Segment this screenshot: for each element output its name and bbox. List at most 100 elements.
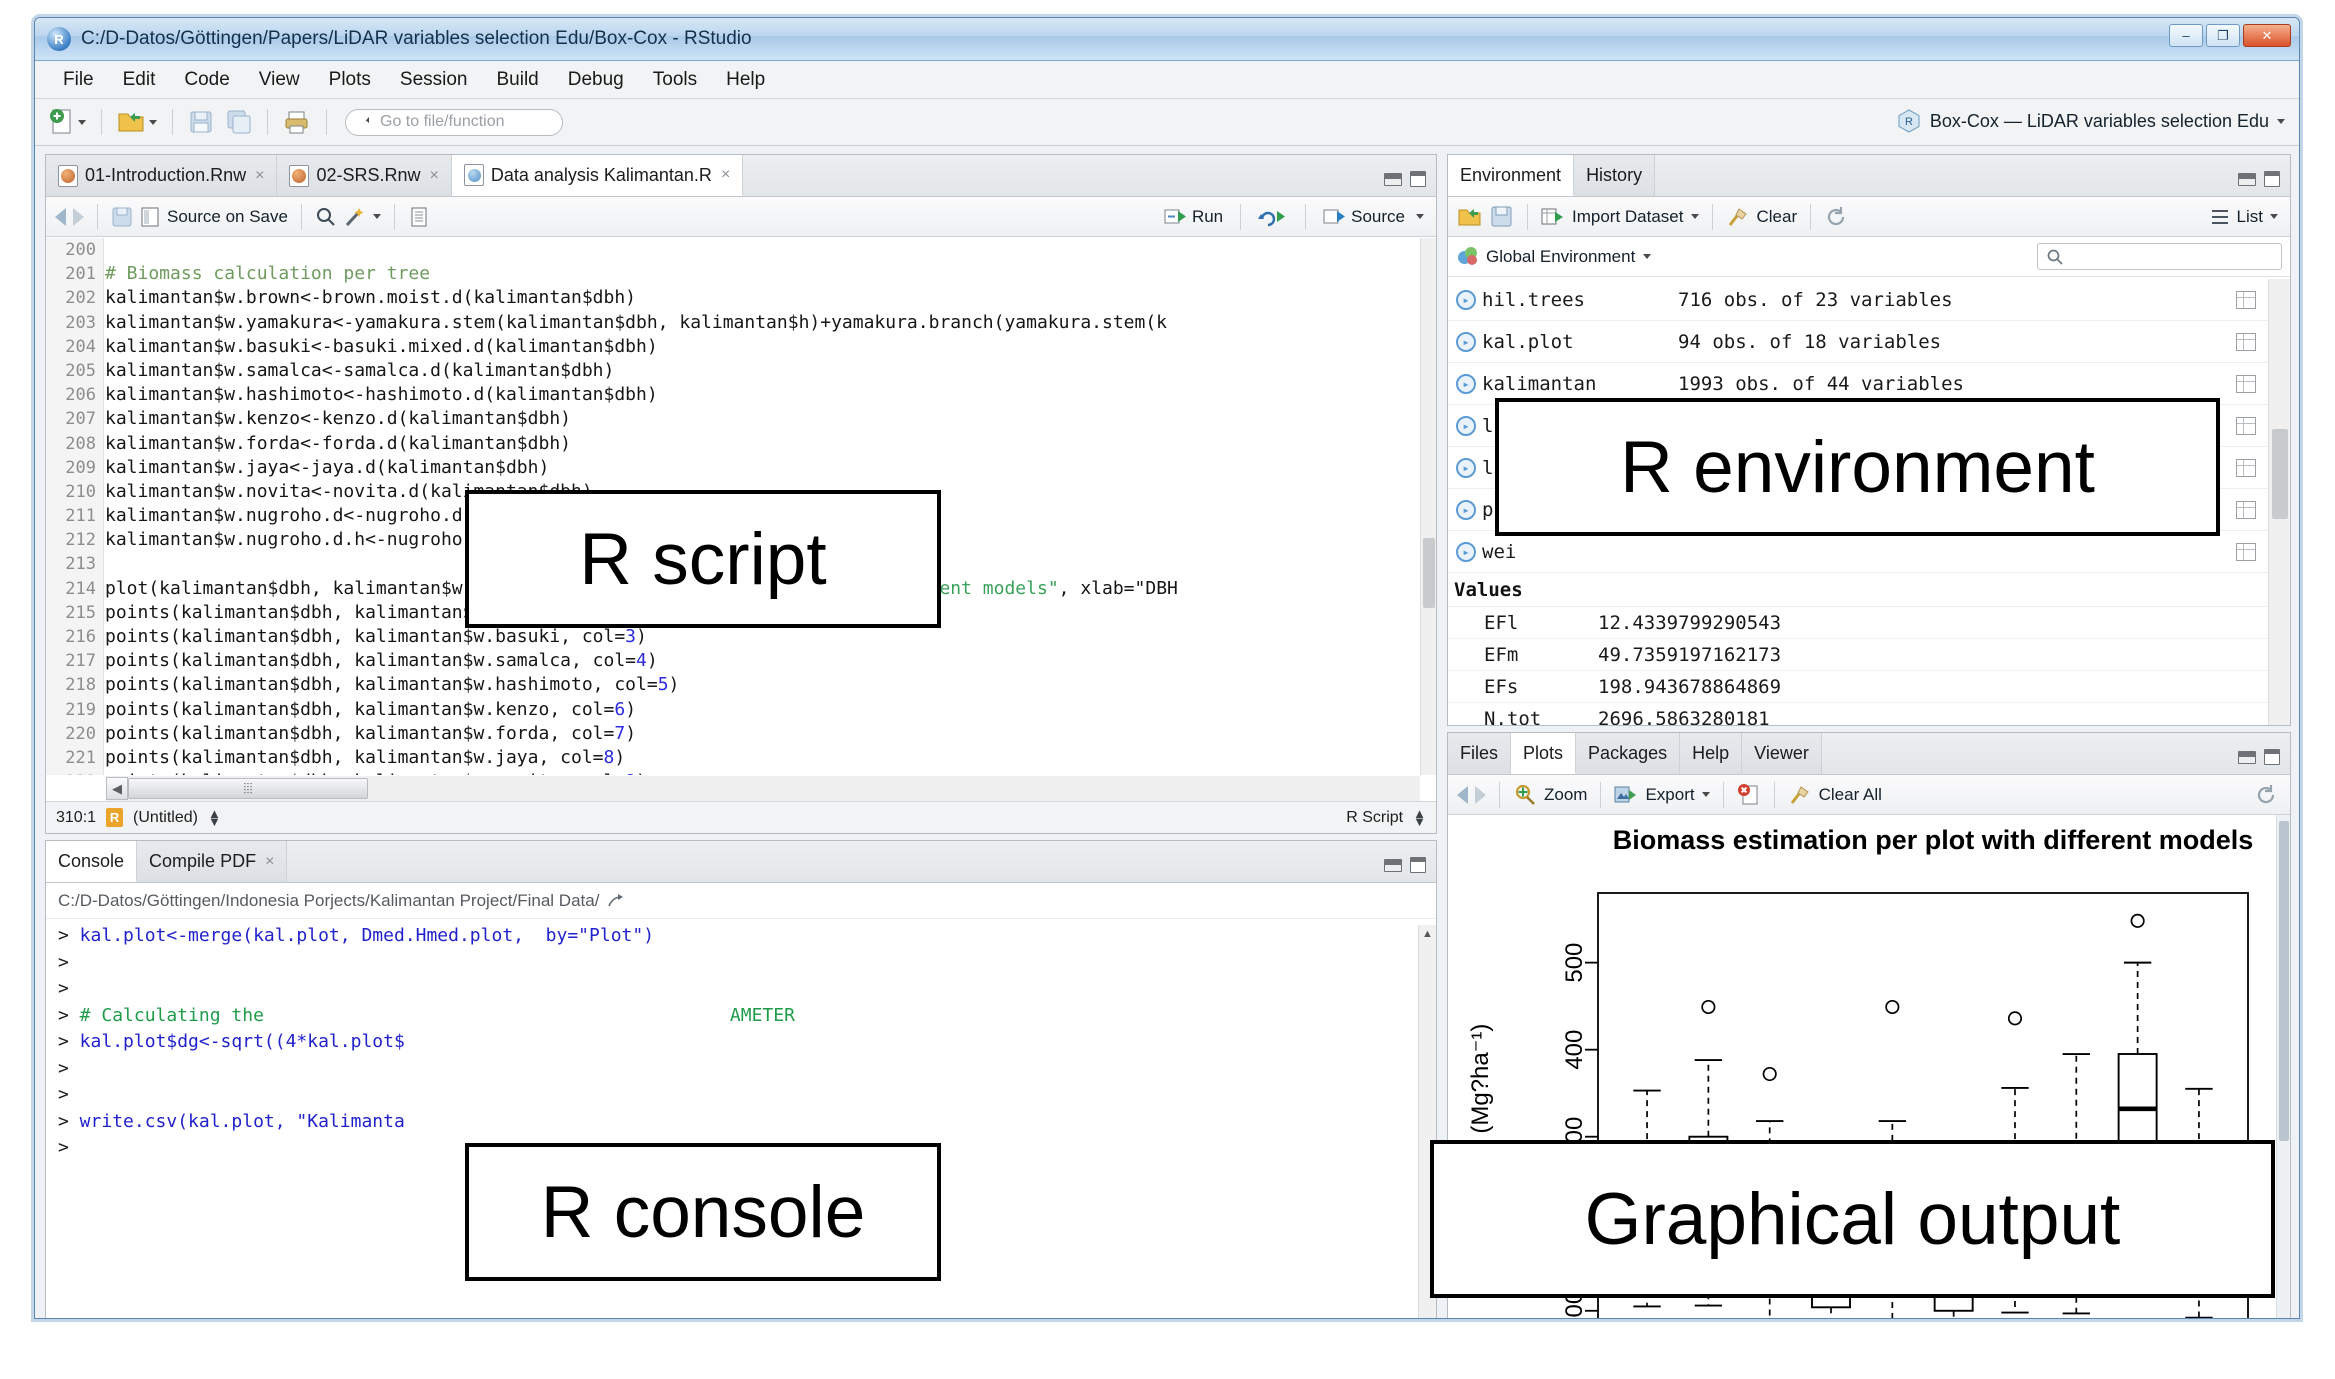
source-on-save-checkbox[interactable]: [140, 207, 160, 227]
tab-environment[interactable]: Environment: [1448, 155, 1575, 196]
code-line[interactable]: kalimantan$w.kenzo<-kenzo.d(kalimantan$d…: [105, 407, 1420, 431]
menu-item-build[interactable]: Build: [483, 66, 553, 94]
scrollbar-thumb[interactable]: [1423, 538, 1435, 608]
code-line[interactable]: kalimantan$w.basuki<-basuki.mixed.d(kali…: [105, 335, 1420, 359]
import-dataset-label[interactable]: Import Dataset: [1572, 207, 1684, 227]
scrollbar-thumb[interactable]: [2279, 821, 2289, 1141]
view-dataframe-icon[interactable]: [2236, 374, 2256, 393]
environment-object-row[interactable]: ▸ wei: [1448, 531, 2290, 573]
minimize-pane-icon[interactable]: [1384, 172, 1402, 186]
maximize-pane-icon[interactable]: [1410, 857, 1426, 873]
chevron-down-icon[interactable]: [1701, 792, 1710, 797]
environment-search-input[interactable]: [2037, 243, 2282, 270]
new-file-button[interactable]: [45, 105, 89, 139]
file-type-stepper-icon[interactable]: ▲ ▼: [1413, 807, 1426, 828]
code-line[interactable]: points(kalimantan$dbh, kalimantan$w.novi…: [105, 770, 1420, 775]
menu-item-help[interactable]: Help: [712, 66, 779, 94]
remove-plot-icon[interactable]: [1737, 783, 1761, 807]
source-button[interactable]: Source: [1320, 205, 1408, 229]
save-workspace-icon[interactable]: [1490, 205, 1514, 229]
code-tools-magic-icon[interactable]: [344, 206, 366, 228]
code-line[interactable]: points(kalimantan$dbh, kalimantan$w.kenz…: [105, 698, 1420, 722]
minimize-button[interactable]: –: [2169, 24, 2203, 47]
code-line[interactable]: points(kalimantan$dbh, kalimantan$w.basu…: [105, 625, 1420, 649]
scroll-up-icon[interactable]: ▲: [1419, 925, 1436, 943]
tab-console[interactable]: Console: [46, 841, 138, 882]
environment-value-row[interactable]: EFs 198.943678864869: [1448, 671, 2290, 703]
refresh-icon[interactable]: [2254, 783, 2278, 807]
menu-item-plots[interactable]: Plots: [315, 66, 385, 94]
scrollbar-thumb[interactable]: ⦙⦙⦙: [128, 778, 368, 799]
environment-value-row[interactable]: N.tot 2696.5863280181: [1448, 703, 2290, 726]
rerun-button[interactable]: [1255, 205, 1291, 229]
expand-object-icon[interactable]: ▸: [1456, 289, 1476, 310]
expand-object-icon[interactable]: ▸: [1456, 499, 1476, 520]
menu-item-file[interactable]: File: [49, 66, 108, 94]
project-indicator[interactable]: R Box-Cox — LiDAR variables selection Ed…: [1896, 108, 2285, 134]
code-line[interactable]: points(kalimantan$dbh, kalimantan$w.ford…: [105, 722, 1420, 746]
code-line[interactable]: kalimantan$w.jaya<-jaya.d(kalimantan$dbh…: [105, 456, 1420, 480]
code-line[interactable]: kalimantan$w.brown<-brown.moist.d(kalima…: [105, 286, 1420, 310]
menu-item-session[interactable]: Session: [386, 66, 482, 94]
expand-object-icon[interactable]: ▸: [1456, 415, 1476, 436]
minimize-pane-icon[interactable]: [2238, 172, 2256, 186]
source-tab-srs[interactable]: 02-SRS.Rnw ×: [277, 155, 452, 196]
environment-vertical-scrollbar[interactable]: [2268, 279, 2290, 725]
open-file-button[interactable]: [114, 106, 160, 138]
refresh-icon[interactable]: [1824, 205, 1848, 229]
view-dataframe-icon[interactable]: [2236, 332, 2256, 351]
tab-viewer[interactable]: Viewer: [1742, 733, 1822, 774]
code-line[interactable]: points(kalimantan$dbh, kalimantan$w.hash…: [105, 673, 1420, 697]
source-on-save-label[interactable]: Source on Save: [167, 207, 288, 227]
expand-object-icon[interactable]: ▸: [1456, 331, 1476, 352]
export-label[interactable]: Export: [1645, 785, 1694, 805]
open-in-files-icon[interactable]: [607, 893, 625, 909]
code-line[interactable]: points(kalimantan$dbh, kalimantan$w.sama…: [105, 649, 1420, 673]
menu-item-view[interactable]: View: [245, 66, 314, 94]
close-button[interactable]: ✕: [2243, 24, 2291, 47]
source-tab-kalimantan[interactable]: Data analysis Kalimantan.R ×: [451, 155, 744, 196]
view-dataframe-icon[interactable]: [2236, 500, 2256, 519]
tab-history[interactable]: History: [1574, 155, 1656, 196]
back-icon[interactable]: [55, 207, 66, 226]
source-tab-intro[interactable]: 01-Introduction.Rnw ×: [46, 155, 278, 196]
search-icon[interactable]: [315, 206, 337, 228]
expand-object-icon[interactable]: ▸: [1456, 373, 1476, 394]
tab-compile-pdf[interactable]: Compile PDF ×: [137, 841, 288, 882]
global-environment-label[interactable]: Global Environment: [1486, 247, 1635, 267]
menu-item-code[interactable]: Code: [170, 66, 243, 94]
save-button[interactable]: [185, 107, 217, 137]
menu-item-debug[interactable]: Debug: [554, 66, 638, 94]
scope-stepper-icon[interactable]: ▲ ▼: [208, 807, 221, 828]
next-plot-icon[interactable]: [1475, 785, 1486, 804]
environment-object-row[interactable]: ▸ hil.trees 716 obs. of 23 variables: [1448, 279, 2290, 321]
tab-files[interactable]: Files: [1448, 733, 1512, 774]
code-line[interactable]: kalimantan$w.samalca<-samalca.d(kalimant…: [105, 359, 1420, 383]
code-line[interactable]: [105, 238, 1420, 262]
scroll-left-icon[interactable]: ◀: [106, 777, 128, 800]
code-line[interactable]: points(kalimantan$dbh, kalimantan$w.jaya…: [105, 746, 1420, 770]
scope-label[interactable]: (Untitled): [133, 809, 198, 827]
environment-value-row[interactable]: EFm 49.7359197162173: [1448, 639, 2290, 671]
forward-icon[interactable]: [73, 207, 84, 226]
menu-item-tools[interactable]: Tools: [639, 66, 711, 94]
chevron-down-icon[interactable]: [1416, 214, 1424, 219]
maximize-pane-icon[interactable]: [2264, 171, 2280, 187]
menu-item-edit[interactable]: Edit: [109, 66, 170, 94]
file-type-label[interactable]: R Script: [1346, 809, 1403, 827]
code-line[interactable]: kalimantan$w.hashimoto<-hashimoto.d(kali…: [105, 383, 1420, 407]
tab-packages[interactable]: Packages: [1576, 733, 1681, 774]
view-mode-label[interactable]: List: [2237, 207, 2263, 227]
close-icon[interactable]: ×: [265, 853, 274, 871]
minimize-pane-icon[interactable]: [1384, 858, 1402, 872]
maximize-pane-icon[interactable]: [2264, 749, 2280, 765]
save-icon[interactable]: [111, 206, 133, 228]
goto-file-function-input[interactable]: Go to file/function: [345, 108, 563, 136]
view-dataframe-icon[interactable]: [2236, 416, 2256, 435]
minimize-pane-icon[interactable]: [2238, 750, 2256, 764]
clear-label[interactable]: Clear: [1757, 207, 1798, 227]
expand-object-icon[interactable]: ▸: [1456, 541, 1476, 562]
view-dataframe-icon[interactable]: [2236, 542, 2256, 561]
save-all-button[interactable]: [223, 107, 255, 137]
run-button[interactable]: Run: [1161, 205, 1226, 229]
